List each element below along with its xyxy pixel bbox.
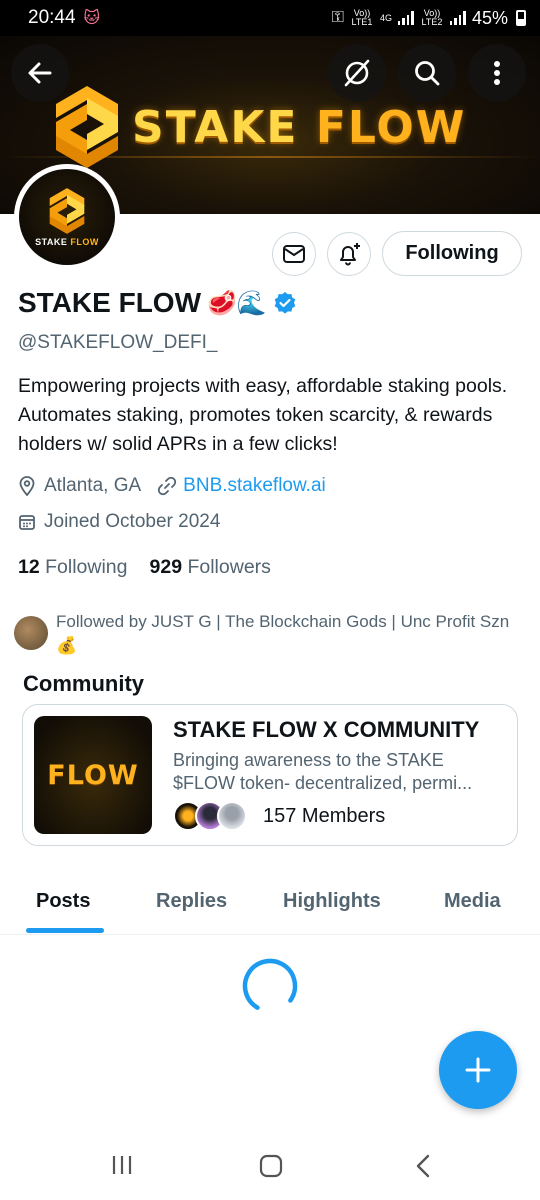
status-right: ⚿ Vo)) LTE1 4G Vo)) LTE2 45% — [332, 8, 526, 29]
back-button[interactable] — [11, 44, 69, 102]
member-avatar — [217, 801, 247, 831]
envelope-icon — [283, 245, 305, 263]
banner-title: STAKE FLOW — [132, 102, 466, 153]
bell-plus-icon — [340, 243, 360, 266]
followed-by-text: Followed by JUST G | The Blockchain Gods… — [56, 612, 510, 655]
name-row: STAKE FLOW 🥩🌊 — [18, 287, 297, 319]
grok-icon — [344, 59, 370, 87]
active-tab-indicator — [26, 928, 104, 933]
community-thumbnail: FLOW — [34, 716, 152, 834]
profile-handle: @STAKEFLOW_DEFI_ — [18, 332, 218, 353]
plus-icon — [465, 1057, 491, 1083]
tab-posts[interactable]: Posts — [36, 890, 90, 913]
avatar-logo-icon — [49, 188, 85, 234]
tab-media[interactable]: Media — [444, 890, 501, 913]
followers-count-link[interactable]: 929 Followers — [150, 556, 271, 579]
grok-button[interactable] — [328, 44, 386, 102]
search-icon — [415, 61, 440, 86]
display-name: STAKE FLOW — [18, 287, 202, 318]
banner-title-stake: STAKE — [132, 102, 299, 153]
more-vertical-icon — [494, 61, 500, 85]
message-button[interactable] — [272, 232, 316, 276]
joined-row: Joined October 2024 — [18, 511, 220, 533]
recent-apps-icon[interactable] — [110, 1154, 134, 1176]
status-bar: 20:44 🐱 ⚿ Vo)) LTE1 4G Vo)) LTE2 45% — [0, 0, 540, 36]
system-nav-bar — [0, 1130, 540, 1200]
compose-post-button[interactable] — [439, 1031, 517, 1109]
sim1-label: Vo)) LTE1 — [351, 8, 373, 27]
name-emojis: 🥩🌊 — [207, 289, 267, 317]
community-thumb-text: FLOW — [47, 759, 139, 791]
profile-tabs: Posts Replies Highlights Media — [0, 872, 540, 935]
search-button[interactable] — [398, 44, 456, 102]
community-card[interactable]: FLOW STAKE FLOW X COMMUNITY Bringing awa… — [22, 704, 518, 846]
home-icon[interactable] — [259, 1154, 283, 1178]
tab-replies[interactable]: Replies — [156, 890, 227, 913]
joined-date: Joined October 2024 — [44, 511, 221, 532]
sim2-label: Vo)) LTE2 — [421, 8, 443, 27]
website-link[interactable]: BNB.stakeflow.ai — [183, 475, 326, 497]
following-count-link[interactable]: 12 Following — [18, 556, 128, 579]
network-4g-label: 4G — [379, 12, 392, 23]
profile-avatar[interactable]: STAKE FLOW — [14, 164, 120, 270]
banner-title-flow: FLOW — [315, 102, 467, 153]
status-time: 20:44 — [28, 7, 76, 28]
stakeflow-logo-icon — [56, 86, 118, 168]
link-icon — [158, 476, 177, 496]
community-description: Bringing awareness to the STAKE $FLOW to… — [173, 750, 473, 793]
more-options-button[interactable] — [468, 44, 526, 102]
location-text: Atlanta, GA — [44, 475, 142, 496]
tab-highlights[interactable]: Highlights — [283, 890, 381, 913]
follower-avatar — [14, 616, 48, 650]
battery-percent: 45% — [471, 7, 508, 28]
verified-badge-icon[interactable] — [273, 291, 297, 315]
loading-spinner-icon — [242, 958, 298, 1014]
location-pin-icon — [19, 476, 35, 496]
signal-icon-2 — [449, 11, 466, 25]
cat-notification-icon: 🐱 — [83, 10, 101, 27]
avatar-image: STAKE FLOW — [19, 169, 115, 265]
community-title: STAKE FLOW X COMMUNITY — [173, 717, 480, 742]
profile-bio: Empowering projects with easy, affordabl… — [18, 375, 508, 455]
location-website-row: Atlanta, GA BNB.stakeflow.ai — [18, 475, 326, 497]
key-icon: ⚿ — [331, 9, 344, 26]
back-arrow-icon — [28, 62, 52, 84]
followed-by[interactable]: Followed by JUST G | The Blockchain Gods… — [14, 610, 514, 658]
community-section-label: Community — [23, 671, 144, 696]
back-nav-icon[interactable] — [414, 1154, 432, 1178]
notifications-button[interactable] — [327, 232, 371, 276]
calendar-icon — [19, 515, 35, 530]
avatar-label: STAKE FLOW — [35, 237, 99, 247]
battery-icon — [516, 10, 526, 26]
member-count: 157 Members — [263, 804, 386, 827]
follow-counts: 12 Following 929 Followers — [18, 556, 271, 579]
following-button[interactable]: Following — [382, 231, 522, 276]
signal-icon-1 — [397, 11, 414, 25]
community-members: 157 Members — [173, 801, 385, 831]
